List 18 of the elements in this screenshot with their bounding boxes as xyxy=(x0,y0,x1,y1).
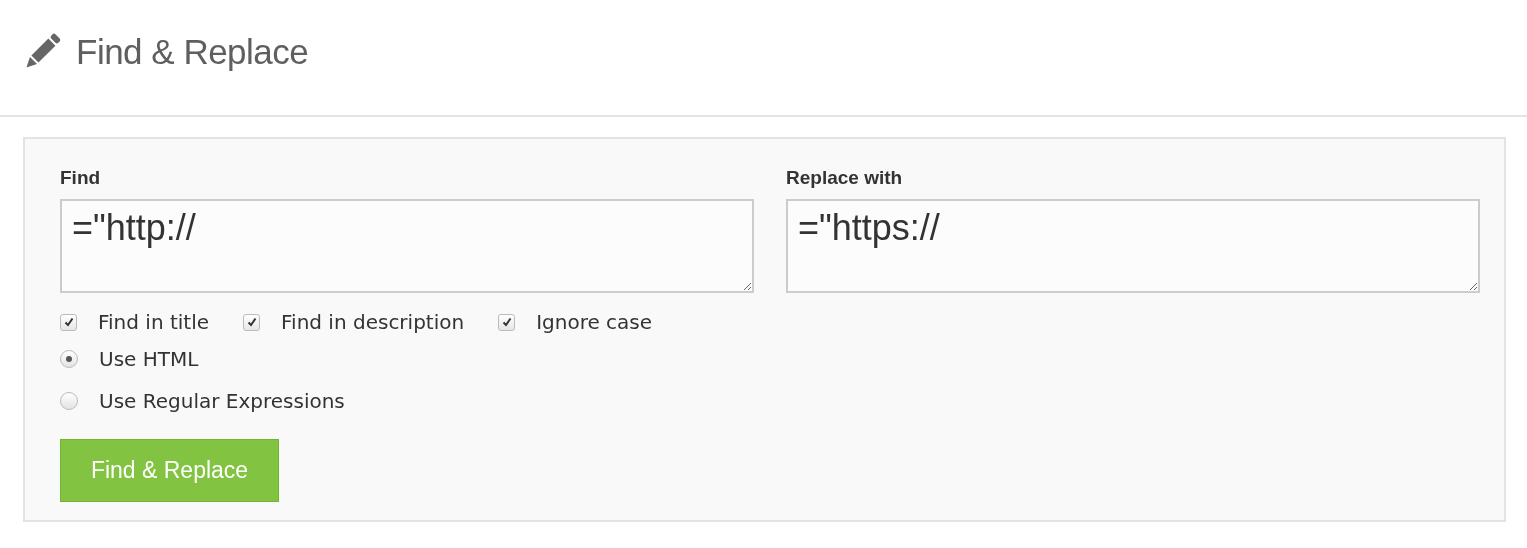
checkbox[interactable] xyxy=(60,313,77,331)
option-label: Use Regular Expressions xyxy=(99,389,345,413)
check-icon xyxy=(501,317,512,327)
check-icon xyxy=(246,317,257,327)
option-label: Find in description xyxy=(281,310,465,334)
check-icon xyxy=(63,317,74,327)
radio-button[interactable] xyxy=(60,350,78,368)
text-area[interactable]: ="https:// xyxy=(786,199,1480,293)
field-label: Find xyxy=(60,167,102,189)
radio-button[interactable] xyxy=(60,392,78,410)
option-label: Ignore case xyxy=(536,310,653,334)
checkbox[interactable] xyxy=(498,313,516,331)
text-area[interactable]: ="http:// xyxy=(60,199,754,293)
option-label: Find in title xyxy=(98,310,210,334)
option-label: Use HTML xyxy=(99,347,199,371)
page-title: Find & Replace xyxy=(76,31,309,72)
field-label: Replace with xyxy=(786,167,904,189)
checkbox[interactable] xyxy=(243,313,261,331)
